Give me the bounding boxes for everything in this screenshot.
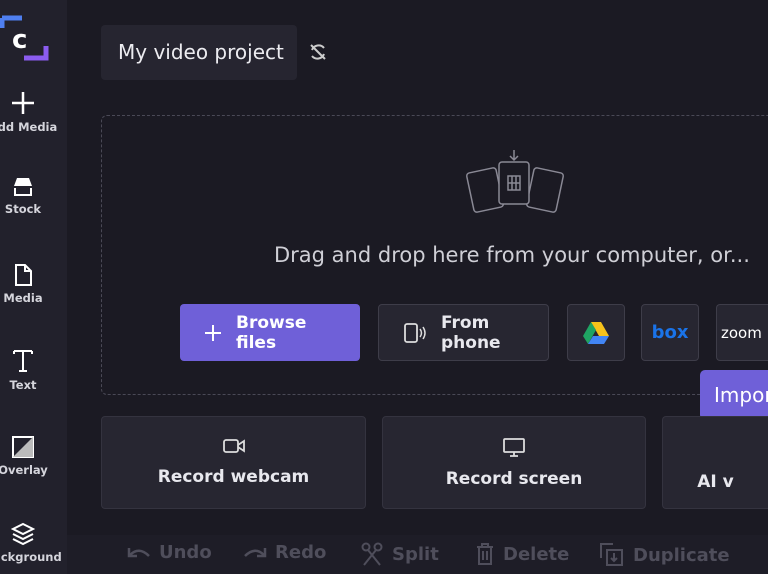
dropzone-text: Drag and drop here from your computer, o… [274,243,750,267]
card-label: AI v [697,472,734,492]
card-label: Record webcam [157,467,310,487]
sidebar-item-label: Text [9,378,37,392]
scissors-icon [361,542,383,566]
camera-icon [222,439,245,453]
browse-label-2: files [236,332,277,353]
redo-label: Redo [275,542,327,563]
import-tooltip: Import [700,370,768,420]
layers-icon [11,522,35,546]
box-button[interactable]: box [641,304,699,361]
clipchamp-logo[interactable]: c [0,10,52,65]
sidebar-item-label: Stock [4,202,42,216]
sidebar: c Add Media Stock Media Text Overlay Bac… [0,0,67,574]
box-logo: box [651,322,689,343]
zoom-button[interactable]: zoom [716,304,768,361]
text-icon [13,350,33,372]
file-icon [15,264,32,286]
phone-icon [404,322,426,343]
undo-label: Undo [159,542,212,563]
redo-icon [244,547,267,557]
sidebar-item-stock[interactable]: Stock [0,176,67,216]
split-label: Split [392,543,439,565]
sidebar-item-label: Add Media [0,120,58,134]
delete-label: Delete [503,543,570,565]
undo-icon [127,547,150,557]
monitor-icon [503,438,525,457]
from-phone-button[interactable]: From phone [378,304,549,361]
plus-icon [12,92,34,114]
sidebar-item-text[interactable]: Text [0,348,67,392]
card-label: Record screen [445,469,583,489]
duplicate-label: Duplicate [633,544,730,566]
sidebar-item-label: Background [0,550,62,564]
phone-label-1: From [441,312,490,333]
project-title-input[interactable]: My video project [101,25,297,80]
duplicate-icon [600,543,623,566]
sidebar-item-label: Media [3,291,43,305]
ai-card[interactable]: AI v [662,416,768,509]
redo-button[interactable]: Redo [243,542,326,563]
undo-button[interactable]: Undo [127,542,212,563]
timeline-toolbar: Undo Redo Split Delete Duplicate [67,535,768,574]
sync-off-icon[interactable] [308,42,328,62]
google-drive-icon [583,321,609,344]
sidebar-item-media[interactable]: Media [0,263,67,305]
record-screen-card[interactable]: Record screen [382,416,646,509]
sidebar-item-add-media[interactable]: Add Media [0,90,67,134]
split-button[interactable]: Split [360,542,439,566]
upload-media-icon [465,150,565,213]
zoom-logo: zoom [721,323,762,342]
browse-label-1: Browse [236,312,307,333]
sidebar-item-background[interactable]: Background [0,522,67,564]
phone-label-2: phone [441,332,501,353]
stock-icon [14,178,32,196]
browse-files-button[interactable]: Browse files [180,304,360,361]
delete-button[interactable]: Delete [475,542,569,566]
sidebar-item-overlay[interactable]: Overlay [0,435,67,477]
duplicate-button[interactable]: Duplicate [599,542,730,568]
overlay-icon [12,436,34,458]
sidebar-item-label: Overlay [0,463,48,477]
google-drive-button[interactable] [567,304,625,361]
plus-icon [205,324,221,341]
trash-icon [477,543,493,565]
record-webcam-card[interactable]: Record webcam [101,416,366,509]
svg-text:c: c [12,25,27,55]
